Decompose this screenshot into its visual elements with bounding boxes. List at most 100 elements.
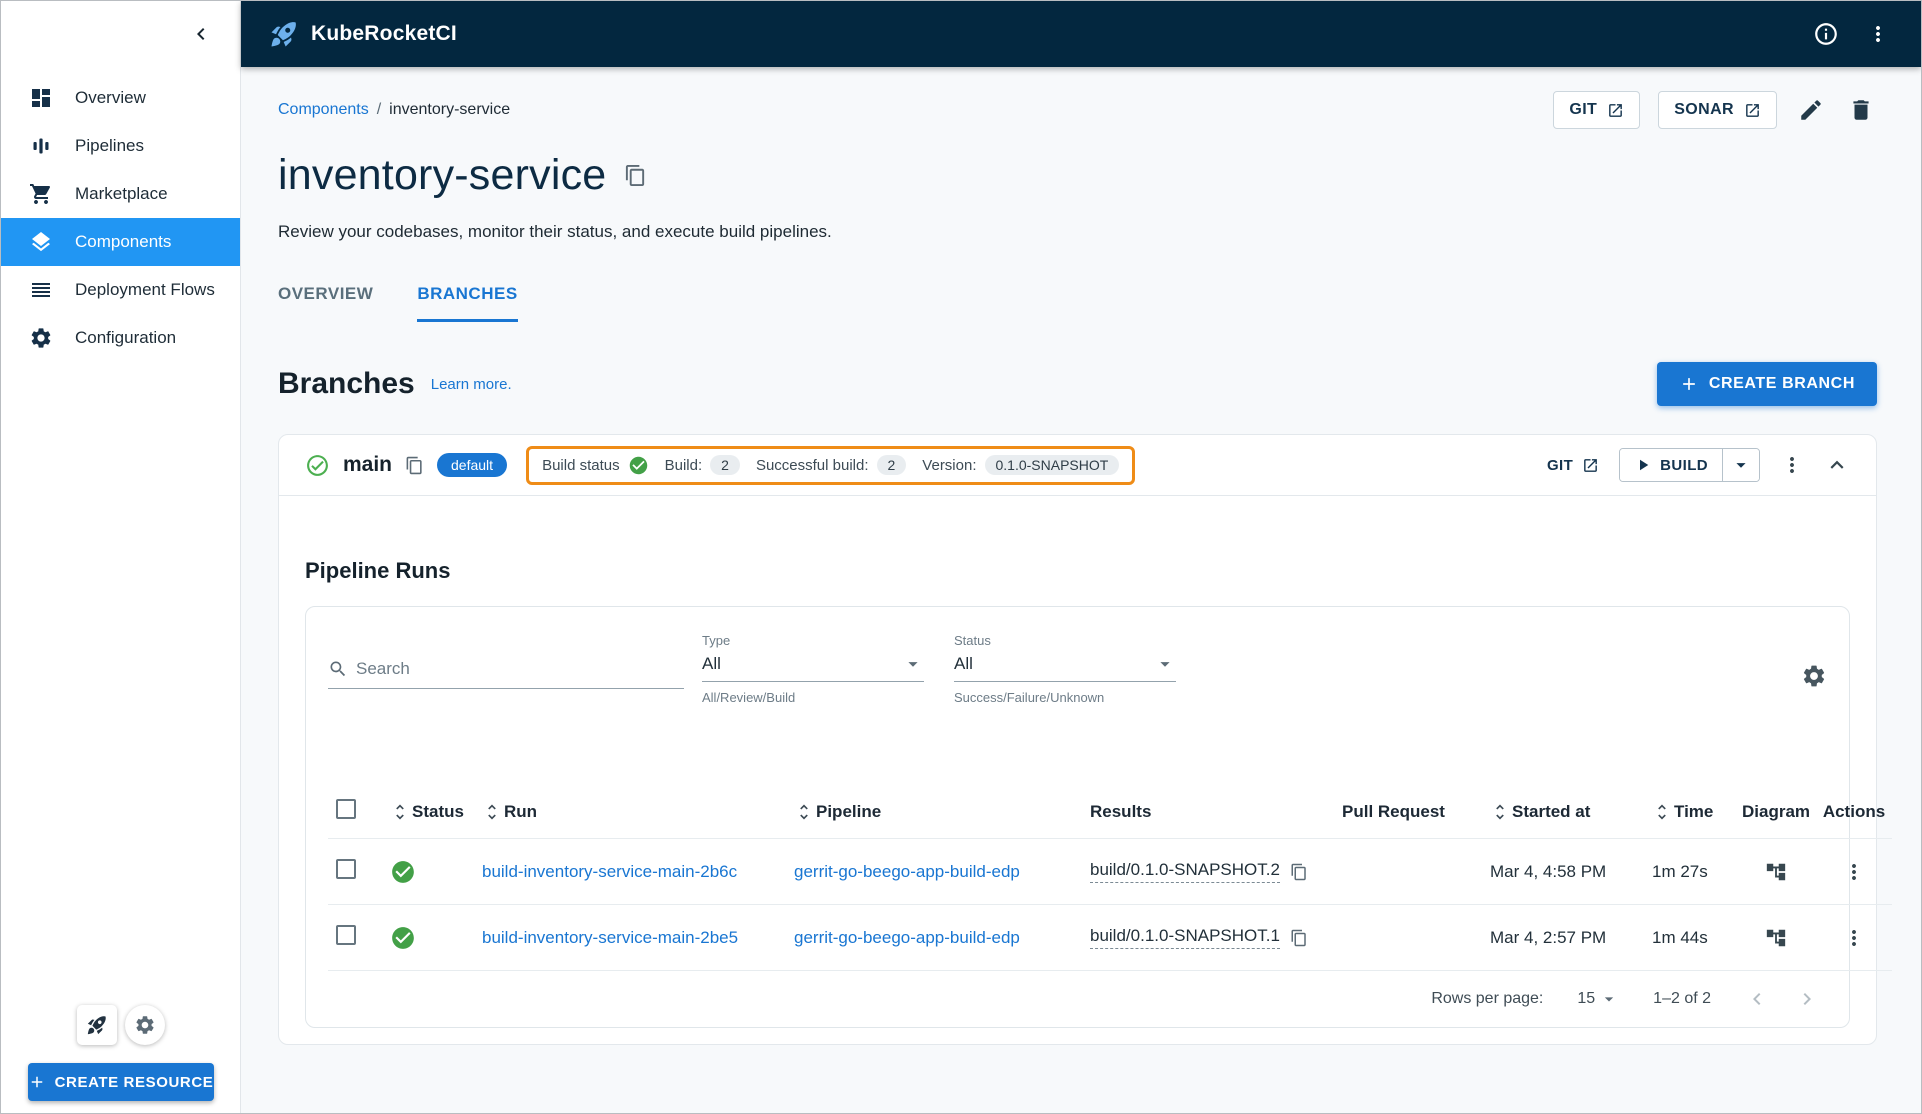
status-filter-caption: Success/Failure/Unknown [954, 690, 1105, 705]
success-status-icon [390, 859, 416, 885]
create-resource-label: CREATE RESOURCE [54, 1073, 214, 1091]
type-filter-select[interactable]: Type All All/Review/Build [702, 633, 924, 705]
column-header-started-at[interactable]: Started at [1490, 802, 1636, 822]
branch-body: Pipeline Runs Type All [279, 496, 1892, 1044]
column-header-time[interactable]: Time [1652, 802, 1728, 822]
build-dropdown-button[interactable] [1723, 449, 1759, 481]
copy-branch-button[interactable] [405, 456, 424, 475]
delete-button[interactable] [1845, 94, 1877, 126]
plus-icon [28, 1073, 46, 1091]
column-header-pipeline[interactable]: Pipeline [794, 802, 1074, 822]
brand-name: KubeRocketCI [311, 22, 457, 45]
search-input[interactable] [356, 659, 684, 679]
diagram-button[interactable] [1765, 927, 1787, 949]
row-actions-button[interactable] [1842, 926, 1866, 950]
collapse-branch-button[interactable] [1824, 452, 1850, 478]
chevron-down-icon [1730, 454, 1752, 476]
create-branch-label: CREATE BRANCH [1708, 375, 1855, 392]
default-branch-chip: default [437, 453, 508, 477]
info-button[interactable] [1811, 19, 1841, 49]
column-header-results: Results [1090, 801, 1152, 821]
sidebar-item-deployment-flows[interactable]: Deployment Flows [1, 266, 240, 314]
copy-title-button[interactable] [624, 164, 647, 187]
run-link[interactable]: build-inventory-service-main-2be5 [482, 928, 738, 947]
sidebar-item-overview[interactable]: Overview [1, 74, 240, 122]
rocket-logo-icon [269, 19, 299, 49]
navbar-actions [1811, 19, 1893, 49]
branch-menu-button[interactable] [1780, 453, 1804, 477]
settings-tile-button[interactable] [124, 1005, 165, 1045]
sidebar-item-label: Pipelines [75, 136, 144, 155]
row-checkbox[interactable] [336, 859, 356, 879]
pull-request-cell [1334, 838, 1482, 905]
run-link[interactable]: build-inventory-service-main-2b6c [482, 862, 737, 881]
copy-result-button[interactable] [1290, 929, 1308, 947]
table-settings-button[interactable] [1801, 663, 1827, 689]
rows-per-page-select[interactable]: 15 [1577, 989, 1619, 1009]
edit-button[interactable] [1795, 94, 1827, 126]
tab-overview[interactable]: OVERVIEW [278, 284, 373, 322]
play-icon [1634, 456, 1652, 474]
cart-icon [29, 182, 53, 206]
sidebar-item-components[interactable]: Components [1, 218, 240, 266]
pipeline-runs-heading: Pipeline Runs [305, 558, 451, 583]
sidebar-collapse-button[interactable] [184, 17, 218, 51]
type-filter-label: Type [702, 633, 731, 648]
brand[interactable]: KubeRocketCI [269, 19, 457, 49]
pull-request-cell [1334, 904, 1482, 971]
status-filter-select[interactable]: Status All Success/Failure/Unknown [954, 633, 1176, 705]
chevron-down-icon [1599, 989, 1619, 1009]
kebab-icon [1866, 22, 1890, 46]
branch-git-label: GIT [1546, 456, 1574, 474]
time-cell: 1m 44s [1644, 904, 1736, 971]
git-button[interactable]: GIT [1553, 91, 1641, 129]
pipeline-runs-panel: Type All All/Review/Build Status [305, 606, 1892, 1028]
column-header-actions: Actions [1822, 801, 1886, 821]
create-branch-button[interactable]: CREATE BRANCH [1656, 362, 1877, 406]
pipelines-icon [29, 134, 53, 158]
learn-more-link[interactable]: Learn more. [431, 376, 512, 393]
row-actions-button[interactable] [1842, 860, 1866, 884]
layers-icon [29, 230, 53, 254]
tab-bar: OVERVIEW BRANCHES [278, 284, 1877, 322]
build-status-item: Build status [542, 455, 649, 476]
navbar-menu-button[interactable] [1863, 19, 1893, 49]
chevron-right-icon [1795, 987, 1819, 1011]
sidebar-item-label: Deployment Flows [75, 280, 215, 299]
sonar-button-label: SONAR [1674, 101, 1734, 118]
copy-result-button[interactable] [1290, 863, 1308, 881]
sidebar-item-label: Marketplace [75, 184, 168, 203]
branch-header-row: main default Build status Build: 2 Succe… [279, 435, 1876, 495]
breadcrumb-components-link[interactable]: Components [278, 101, 369, 119]
pencil-icon [1798, 97, 1824, 123]
row-checkbox[interactable] [336, 925, 356, 945]
previous-page-button[interactable] [1745, 987, 1769, 1011]
tab-branches[interactable]: BRANCHES [417, 284, 518, 322]
results-value[interactable]: build/0.1.0-SNAPSHOT.1 [1090, 926, 1280, 949]
pipeline-link[interactable]: gerrit-go-beego-app-build-edp [794, 928, 1020, 947]
build-button[interactable]: BUILD [1620, 449, 1723, 481]
sidebar-item-label: Configuration [75, 328, 177, 347]
create-resource-button[interactable]: CREATE RESOURCE [27, 1063, 214, 1101]
sidebar-item-pipelines[interactable]: Pipelines [1, 122, 240, 170]
branch-git-button[interactable]: GIT [1547, 457, 1599, 474]
dashboard-icon [29, 86, 53, 110]
sonar-button[interactable]: SONAR [1658, 91, 1777, 129]
diagram-button[interactable] [1765, 861, 1787, 883]
sidebar-item-marketplace[interactable]: Marketplace [1, 170, 240, 218]
results-value[interactable]: build/0.1.0-SNAPSHOT.2 [1090, 860, 1280, 883]
sidebar-item-configuration[interactable]: Configuration [1, 314, 240, 362]
page-title: inventory-service [278, 151, 607, 199]
pager [1745, 987, 1819, 1011]
gear-icon [134, 1014, 156, 1036]
table-row: build-inventory-service-main-2b6c gerrit… [328, 838, 1892, 905]
column-header-run[interactable]: Run [482, 802, 778, 822]
app-window: Overview Pipelines Marketplace Component… [0, 0, 1922, 1114]
next-page-button[interactable] [1795, 987, 1819, 1011]
build-status-label: Build status [542, 456, 620, 474]
pipeline-link[interactable]: gerrit-go-beego-app-build-edp [794, 862, 1020, 881]
select-all-checkbox[interactable] [336, 799, 356, 819]
rocket-tile-button[interactable] [76, 1005, 117, 1045]
rocket-icon [86, 1014, 108, 1036]
column-header-status[interactable]: Status [390, 802, 466, 822]
